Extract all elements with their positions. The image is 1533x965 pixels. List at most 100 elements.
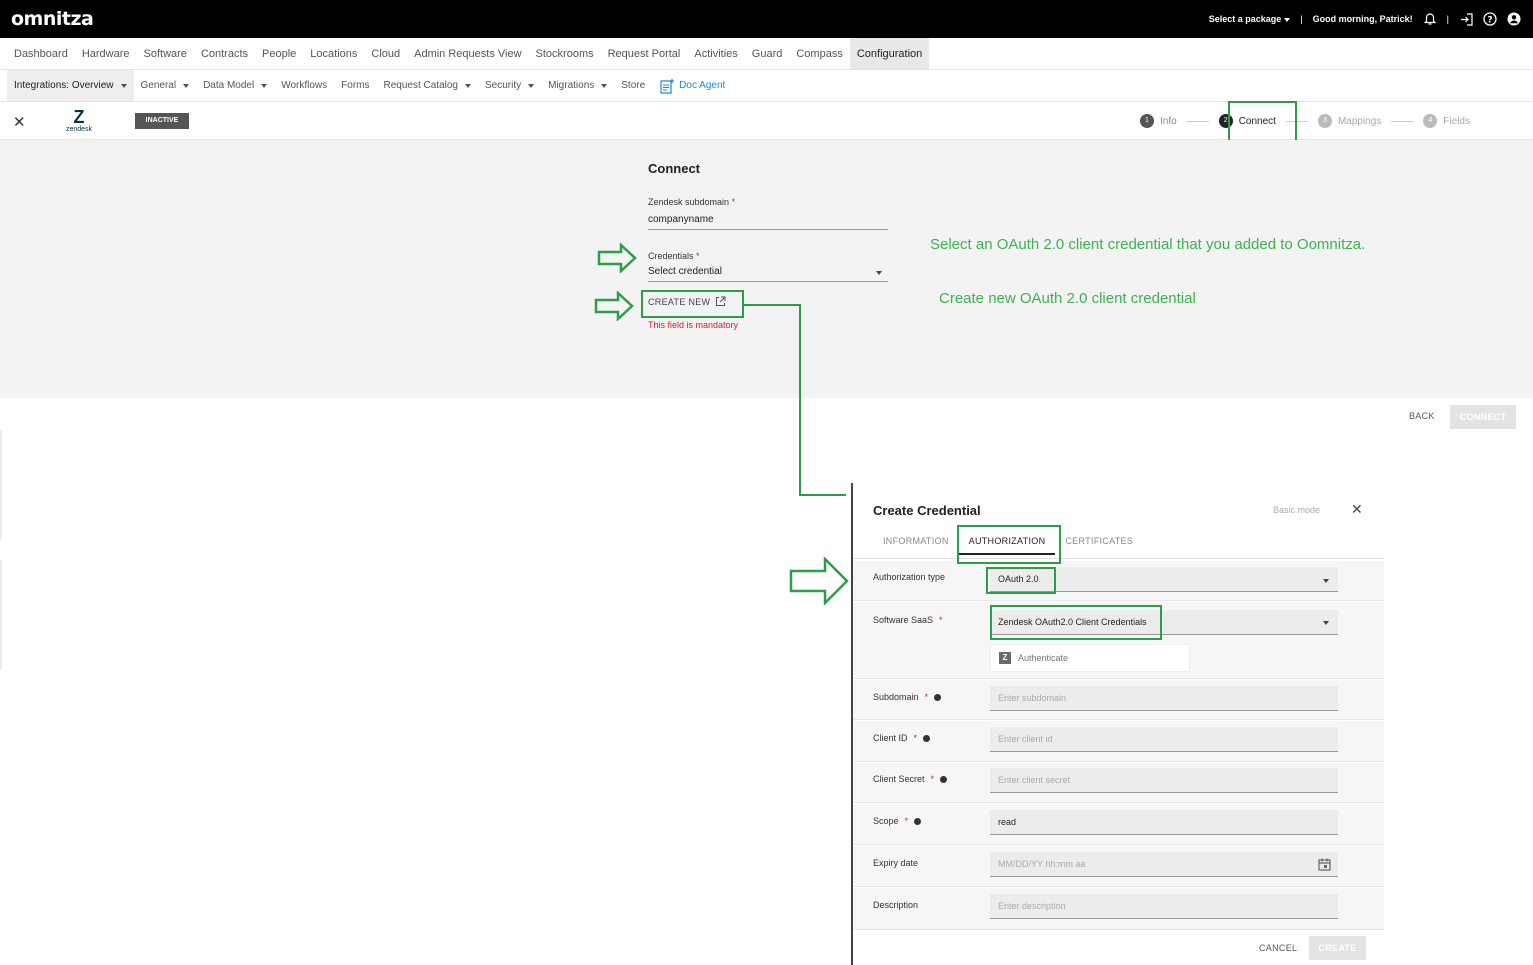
mandatory-error: This field is mandatory — [648, 320, 739, 330]
basic-mode-toggle[interactable]: Basic mode — [1273, 505, 1320, 515]
chevron-down-icon — [528, 83, 535, 88]
back-button[interactable]: BACK — [1409, 411, 1435, 421]
client-secret-input[interactable]: Enter client secret — [990, 768, 1338, 793]
auth-type-label: Authorization type — [873, 572, 946, 582]
annotation-select-credential: Select an OAuth 2.0 client credential th… — [930, 236, 1366, 253]
subdomain-label: Zendesk subdomain * — [648, 197, 736, 207]
subnav-migrations[interactable]: Migrations — [541, 70, 614, 101]
create-new-highlight — [641, 290, 744, 318]
description-input[interactable]: Enter description — [990, 894, 1338, 919]
calendar-icon[interactable] — [1318, 858, 1331, 871]
close-icon[interactable]: ✕ — [13, 113, 26, 131]
nav-hardware[interactable]: Hardware — [75, 38, 137, 69]
nav-locations[interactable]: Locations — [303, 38, 364, 69]
subnav-workflows[interactable]: Workflows — [274, 70, 334, 101]
subdomain-input[interactable]: Enter subdomain — [990, 686, 1338, 711]
omnitza-logo[interactable]: omnitza — [11, 8, 94, 30]
authenticate-button[interactable]: Z Authenticate — [990, 644, 1190, 672]
logout-icon[interactable] — [1459, 12, 1473, 26]
connect-title: Connect — [648, 161, 700, 176]
zendesk-z-icon: Z — [999, 652, 1011, 664]
subdomain-field-label: Subdomain * — [873, 692, 942, 702]
chevron-down-icon — [1323, 621, 1329, 625]
client-id-label: Client ID * — [873, 733, 931, 743]
subnav-doc-agent[interactable]: Doc Agent — [652, 70, 732, 101]
bell-icon[interactable] — [1423, 12, 1437, 26]
step-fields[interactable]: 4 Fields — [1423, 114, 1470, 128]
cancel-button[interactable]: CANCEL — [1259, 943, 1297, 953]
step-info[interactable]: 1 Info — [1140, 114, 1177, 128]
nav-cloud[interactable]: Cloud — [364, 38, 407, 69]
nav-contracts[interactable]: Contracts — [194, 38, 255, 69]
subnav-data-model[interactable]: Data Model — [196, 70, 274, 101]
nav-request-portal[interactable]: Request Portal — [601, 38, 688, 69]
step-divider — [1186, 120, 1209, 122]
description-label: Description — [873, 900, 919, 910]
greeting: Good morning, Patrick! — [1312, 14, 1413, 24]
client-secret-label: Client Secret * — [873, 774, 948, 784]
close-icon[interactable]: ✕ — [1351, 501, 1363, 518]
user-account-icon[interactable] — [1507, 12, 1521, 26]
auth-type-highlight — [986, 567, 1056, 594]
subnav-general[interactable]: General — [134, 70, 197, 101]
zendesk-subdomain-input[interactable]: companyname — [648, 214, 888, 230]
help-icon[interactable]: ? — [1483, 12, 1497, 26]
credentials-select[interactable]: Select credential — [648, 266, 888, 282]
nav-compass[interactable]: Compass — [789, 38, 849, 69]
info-icon[interactable] — [914, 817, 922, 825]
subnav-security[interactable]: Security — [478, 70, 541, 101]
chevron-down-icon — [120, 83, 127, 88]
step-mappings[interactable]: 3 Mappings — [1317, 114, 1381, 128]
arrow-right-icon — [789, 557, 849, 605]
nav-admin-requests-view[interactable]: Admin Requests View — [407, 38, 528, 69]
expiry-row: Expiry date MM/DD/YY hh:mm aa — [853, 846, 1384, 887]
top-bar: omnitza Select a package | Good morning,… — [0, 0, 1533, 38]
top-right-controls: Select a package | Good morning, Patrick… — [1209, 0, 1521, 38]
nav-dashboard[interactable]: Dashboard — [7, 38, 75, 69]
arrow-right-icon — [594, 291, 634, 321]
info-icon[interactable] — [934, 693, 942, 701]
dialog-title: Create Credential — [873, 503, 981, 518]
info-icon[interactable] — [940, 775, 948, 783]
client-id-row: Client ID * Enter client id — [853, 721, 1384, 762]
info-icon[interactable] — [923, 734, 931, 742]
nav-software[interactable]: Software — [137, 38, 194, 69]
credentials-label: Credentials * — [648, 251, 700, 261]
package-selector[interactable]: Select a package — [1209, 14, 1291, 24]
tab-certificates[interactable]: CERTIFICATES — [1055, 529, 1143, 555]
chevron-down-icon — [183, 83, 190, 88]
connector-line — [799, 494, 846, 496]
create-button[interactable]: CREATE — [1309, 936, 1366, 960]
stepper: 1 Info 2 Connect 3 Mappings 4 Fields — [1140, 102, 1470, 140]
nav-activities[interactable]: Activities — [687, 38, 744, 69]
subnav-request-catalog[interactable]: Request Catalog — [377, 70, 479, 101]
tab-information[interactable]: INFORMATION — [873, 529, 959, 555]
doc-agent-icon — [660, 78, 675, 94]
description-row: Description Enter description — [853, 888, 1384, 930]
client-id-input[interactable]: Enter client id — [990, 727, 1338, 752]
svg-text:?: ? — [1487, 15, 1492, 25]
scope-label: Scope * — [873, 816, 922, 826]
nav-stockrooms[interactable]: Stockrooms — [529, 38, 601, 69]
chevron-down-icon — [261, 83, 268, 88]
authorization-tab-highlight — [957, 525, 1061, 564]
subdomain-row: Subdomain * Enter subdomain — [853, 680, 1384, 720]
tabs-divider — [853, 558, 1384, 559]
nav-configuration[interactable]: Configuration — [849, 38, 930, 69]
software-saas-highlight — [990, 605, 1162, 640]
create-credential-dialog: Create Credential Basic mode ✕ INFORMATI… — [851, 483, 1384, 965]
nav-people[interactable]: People — [255, 38, 303, 69]
main-nav: Dashboard Hardware Software Contracts People… — [0, 38, 1533, 70]
nav-guard[interactable]: Guard — [745, 38, 790, 69]
scope-input[interactable]: read — [990, 810, 1338, 835]
separator: | — [1446, 14, 1449, 24]
subnav-integrations-overview[interactable]: Integrations: Overview — [7, 70, 134, 101]
software-saas-label: Software SaaS * — [873, 615, 943, 625]
expiry-date-input[interactable]: MM/DD/YY hh:mm aa — [990, 852, 1338, 877]
chevron-down-icon — [876, 271, 882, 275]
annotation-create-credential: Create new OAuth 2.0 client credential — [939, 290, 1196, 307]
subnav-store[interactable]: Store — [614, 70, 652, 101]
subnav-forms[interactable]: Forms — [334, 70, 376, 101]
step-divider — [1391, 120, 1414, 122]
connect-button[interactable]: CONNECT — [1450, 405, 1516, 429]
